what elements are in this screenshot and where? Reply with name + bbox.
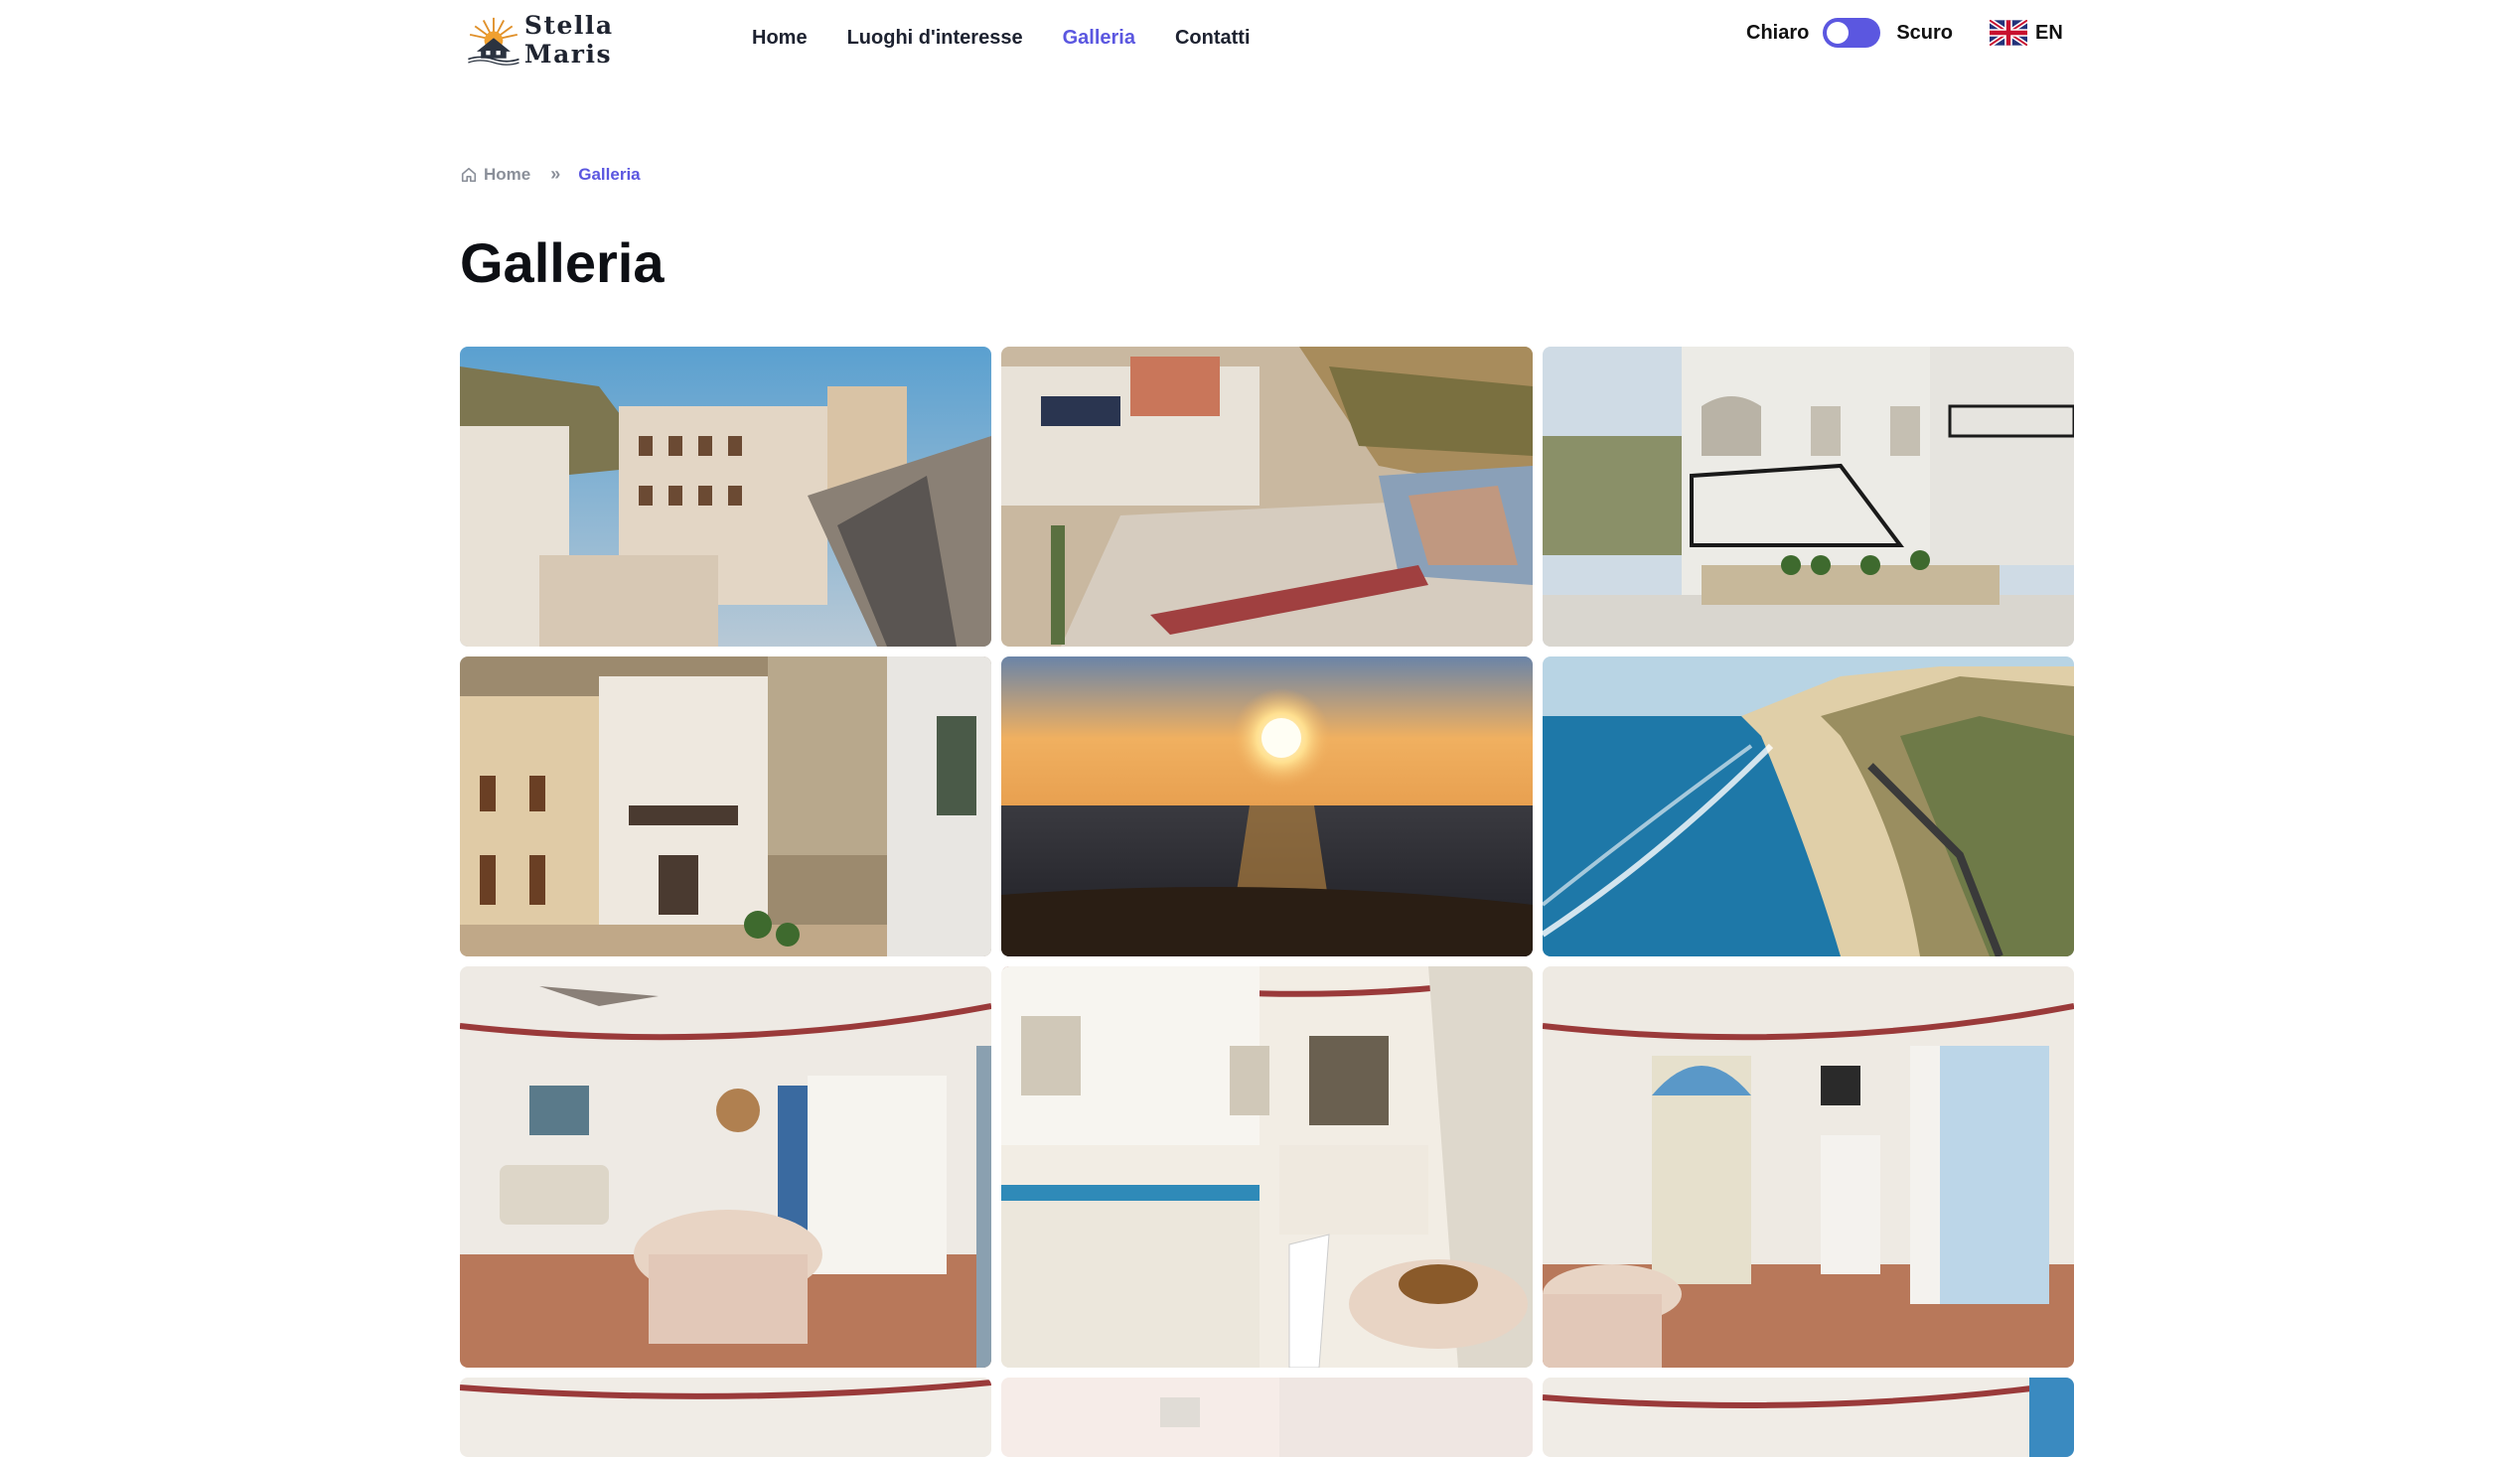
gallery-photo[interactable] bbox=[1001, 347, 1533, 647]
gallery-photo[interactable] bbox=[1001, 966, 1533, 1368]
language-switcher[interactable]: EN bbox=[1990, 20, 2063, 46]
photo-aerial-building-street bbox=[460, 347, 991, 647]
breadcrumb: Home » Galleria bbox=[460, 164, 641, 185]
breadcrumb-current: Galleria bbox=[578, 164, 641, 184]
nav-contatti[interactable]: Contatti bbox=[1175, 22, 1251, 54]
brand-logo[interactable]: Stella Maris bbox=[465, 8, 683, 72]
theme-toggle[interactable] bbox=[1823, 18, 1881, 48]
gallery-photo[interactable] bbox=[1543, 966, 2074, 1368]
gallery-photo[interactable] bbox=[460, 656, 991, 956]
theme-light-label: Chiaro bbox=[1746, 21, 1810, 44]
photo-building-facades bbox=[460, 656, 991, 956]
sun-house-logo-icon bbox=[468, 17, 519, 66]
gallery-photo[interactable] bbox=[1001, 656, 1533, 956]
photo-kitchen bbox=[1001, 966, 1533, 1368]
brand-name: Stella Maris bbox=[523, 11, 614, 69]
theme-switcher: Chiaro Scuro bbox=[1746, 18, 1953, 48]
breadcrumb-home[interactable]: Home bbox=[460, 165, 530, 185]
photo-interior-partial-2 bbox=[1001, 1378, 1533, 1457]
nav-home[interactable]: Home bbox=[752, 22, 808, 54]
page-title: Galleria bbox=[460, 231, 665, 294]
photo-white-house-stairs bbox=[1543, 347, 2074, 647]
gallery-photo[interactable] bbox=[460, 1378, 991, 1457]
gallery-photo[interactable] bbox=[1001, 1378, 1533, 1457]
gallery-grid bbox=[460, 347, 2074, 1457]
photo-interior-partial-1 bbox=[460, 1378, 991, 1457]
photo-coast-beach-cliffs bbox=[1543, 656, 2074, 956]
gallery-photo[interactable] bbox=[1543, 347, 2074, 647]
photo-sunset-sea bbox=[1001, 656, 1533, 956]
breadcrumb-separator: » bbox=[550, 164, 561, 184]
photo-entrance-room-balcony bbox=[1543, 966, 2074, 1368]
breadcrumb-home-label: Home bbox=[484, 164, 531, 184]
nav-luoghi[interactable]: Luoghi d'interesse bbox=[847, 22, 1023, 54]
gallery-photo[interactable] bbox=[1543, 1378, 2074, 1457]
uk-flag-icon bbox=[1990, 20, 2027, 46]
gallery-photo[interactable] bbox=[460, 347, 991, 647]
site-header: Stella Maris Home Luoghi d'interesse Gal… bbox=[0, 0, 2520, 79]
photo-living-dining-room bbox=[460, 966, 991, 1368]
photo-aerial-rooftop-mural bbox=[1001, 347, 1533, 647]
theme-dark-label: Scuro bbox=[1896, 21, 1954, 44]
gallery-photo[interactable] bbox=[460, 966, 991, 1368]
photo-interior-partial-3 bbox=[1543, 1378, 2074, 1457]
toggle-knob bbox=[1827, 22, 1850, 44]
language-code: EN bbox=[2035, 21, 2063, 44]
main-nav: Home Luoghi d'interesse Galleria Contatt… bbox=[752, 22, 1251, 54]
home-icon bbox=[461, 167, 477, 182]
gallery-photo[interactable] bbox=[1543, 656, 2074, 956]
nav-galleria[interactable]: Galleria bbox=[1063, 22, 1135, 54]
